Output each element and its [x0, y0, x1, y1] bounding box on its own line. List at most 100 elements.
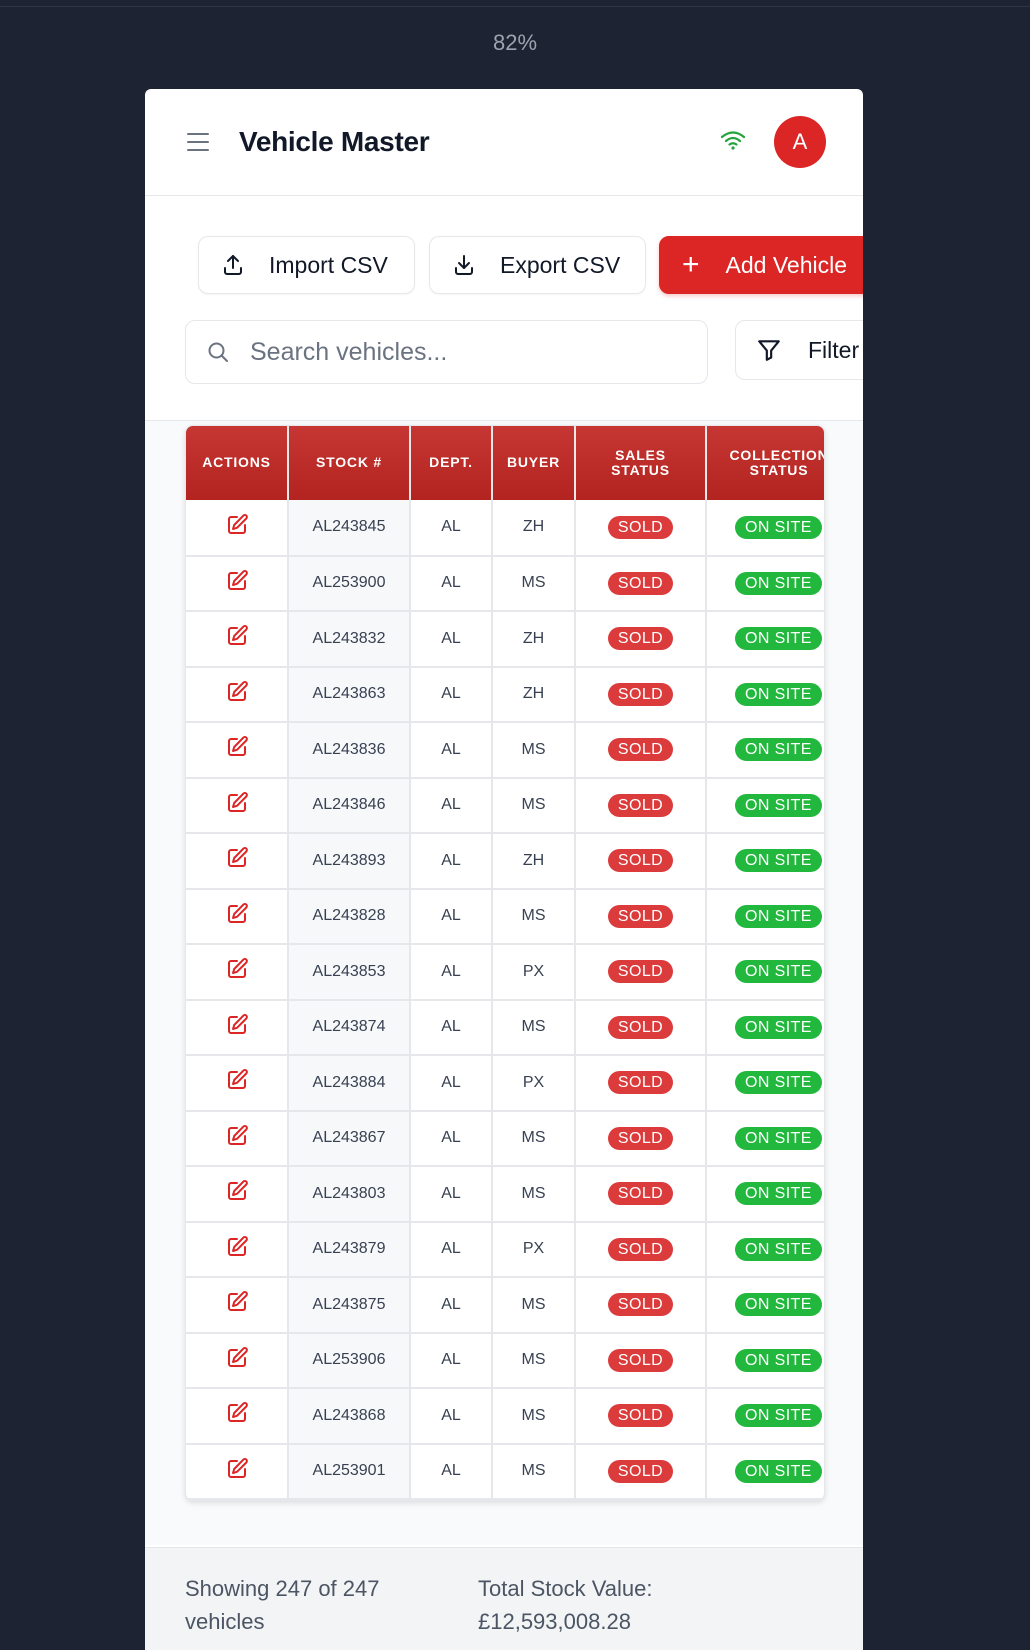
avatar[interactable]: A	[774, 116, 826, 168]
edit-icon[interactable]	[225, 1290, 249, 1319]
vehicle-table-container[interactable]: ACTIONS STOCK # DEPT. BUYER SALES STATUS…	[185, 425, 825, 1501]
import-csv-button[interactable]: Import CSV	[198, 236, 415, 294]
sales-status-badge: SOLD	[607, 682, 674, 706]
column-header-actions[interactable]: ACTIONS	[186, 426, 289, 500]
dept-cell: AL	[410, 1110, 493, 1167]
table-row[interactable]: AL243836 AL MS SOLD ON SITE	[186, 722, 824, 779]
search-field[interactable]	[185, 320, 708, 384]
zoom-level: 82%	[492, 30, 538, 55]
table-row[interactable]: AL253906 AL MS SOLD ON SITE	[186, 1332, 824, 1389]
table-row[interactable]: AL243853 AL PX SOLD ON SITE	[186, 944, 824, 1001]
edit-icon[interactable]	[225, 846, 249, 875]
collection-status-cell: ON SITE	[706, 944, 824, 1001]
export-csv-button[interactable]: Export CSV	[429, 236, 646, 294]
sales-status-badge: SOLD	[607, 1459, 674, 1483]
table-row[interactable]: AL243875 AL MS SOLD ON SITE	[186, 1277, 824, 1334]
actions-cell	[186, 1055, 289, 1112]
column-header-sales-status[interactable]: SALES STATUS	[575, 426, 707, 500]
table-row[interactable]: AL243868 AL MS SOLD ON SITE	[186, 1388, 824, 1445]
collection-status-badge: ON SITE	[735, 1071, 822, 1095]
collection-status-badge: ON SITE	[735, 515, 822, 539]
table-row[interactable]: AL243803 AL MS SOLD ON SITE	[186, 1166, 824, 1223]
sales-status-cell: SOLD	[575, 888, 707, 945]
dept-cell: AL	[410, 999, 493, 1056]
collection-status-badge: ON SITE	[735, 571, 822, 595]
sales-status-badge: SOLD	[607, 1126, 674, 1150]
dept-cell: AL	[410, 888, 493, 945]
collection-status-cell: ON SITE	[706, 777, 824, 834]
edit-icon[interactable]	[225, 1346, 249, 1375]
edit-icon[interactable]	[225, 680, 249, 709]
collection-status-cell: ON SITE	[706, 1388, 824, 1445]
collection-status-cell: ON SITE	[706, 1110, 824, 1167]
edit-icon[interactable]	[225, 957, 249, 986]
edit-icon[interactable]	[225, 1235, 249, 1264]
table-row[interactable]: AL243884 AL PX SOLD ON SITE	[186, 1055, 824, 1112]
dept-cell: AL	[410, 1166, 493, 1223]
add-vehicle-label: Add Vehicle	[725, 251, 848, 278]
edit-icon[interactable]	[225, 1457, 249, 1486]
sales-status-badge: SOLD	[607, 1293, 674, 1317]
table-row[interactable]: AL243867 AL MS SOLD ON SITE	[186, 1110, 824, 1167]
edit-icon[interactable]	[225, 1179, 249, 1208]
edit-icon[interactable]	[225, 513, 249, 542]
sales-status-cell: SOLD	[575, 777, 707, 834]
table-area: ACTIONS STOCK # DEPT. BUYER SALES STATUS…	[145, 421, 863, 1545]
stock-number-cell: AL243863	[288, 666, 411, 723]
table-row[interactable]: AL243874 AL MS SOLD ON SITE	[186, 999, 824, 1056]
edit-icon[interactable]	[225, 569, 249, 598]
sales-status-header-label: SALES STATUS	[611, 446, 670, 478]
edit-icon[interactable]	[225, 1068, 249, 1097]
filter-button[interactable]: Filter	[735, 320, 863, 380]
table-row[interactable]: AL243828 AL MS SOLD ON SITE	[186, 888, 824, 945]
stock-number-cell: AL243836	[288, 722, 411, 779]
filter-icon	[758, 340, 780, 361]
edit-icon[interactable]	[225, 791, 249, 820]
actions-cell	[186, 500, 289, 557]
dept-cell: AL	[410, 944, 493, 1001]
collection-status-cell: ON SITE	[706, 666, 824, 723]
table-row[interactable]: AL243893 AL ZH SOLD ON SITE	[186, 833, 824, 890]
column-header-dept[interactable]: DEPT.	[410, 426, 493, 500]
edit-icon[interactable]	[225, 624, 249, 653]
export-csv-label: Export CSV	[500, 251, 621, 278]
buyer-cell: PX	[492, 944, 576, 1001]
sales-status-badge: SOLD	[607, 960, 674, 984]
actions-cell	[186, 1332, 289, 1389]
table-row[interactable]: AL243832 AL ZH SOLD ON SITE	[186, 611, 824, 668]
hamburger-icon[interactable]	[187, 133, 209, 151]
stock-number-cell: AL243867	[288, 1110, 411, 1167]
stock-number-cell: AL243875	[288, 1277, 411, 1334]
edit-icon[interactable]	[225, 902, 249, 931]
edit-icon[interactable]	[225, 1013, 249, 1042]
edit-icon[interactable]	[225, 1124, 249, 1153]
actions-cell	[186, 611, 289, 668]
buyer-cell: MS	[492, 999, 576, 1056]
table-row[interactable]: AL243863 AL ZH SOLD ON SITE	[186, 666, 824, 723]
column-header-buyer[interactable]: BUYER	[492, 426, 576, 500]
filter-label: Filter	[808, 336, 860, 363]
stock-number-cell: AL243803	[288, 1166, 411, 1223]
table-row[interactable]: AL253901 AL MS SOLD ON SITE	[186, 1443, 824, 1500]
stock-number-cell: AL253906	[288, 1332, 411, 1389]
table-row[interactable]: AL253900 AL MS SOLD ON SITE	[186, 555, 824, 612]
dept-cell: AL	[410, 1443, 493, 1500]
sales-status-cell: SOLD	[575, 833, 707, 890]
app-window: Vehicle Master A Import CSV Export CSV +…	[145, 89, 863, 1650]
search-input[interactable]	[250, 337, 650, 367]
table-row[interactable]: AL243846 AL MS SOLD ON SITE	[186, 777, 824, 834]
edit-icon[interactable]	[225, 1401, 249, 1430]
table-row[interactable]: AL243879 AL PX SOLD ON SITE	[186, 1221, 824, 1278]
column-header-collection-status[interactable]: COLLECTION STATUS	[706, 426, 824, 500]
stock-number-cell: AL243828	[288, 888, 411, 945]
edit-icon[interactable]	[225, 735, 249, 764]
add-vehicle-button[interactable]: + Add Vehicle	[659, 236, 863, 294]
collection-status-badge: ON SITE	[735, 682, 822, 706]
table-row[interactable]: AL243845 AL ZH SOLD ON SITE	[186, 500, 824, 557]
sales-status-cell: SOLD	[575, 1166, 707, 1223]
buyer-cell: ZH	[492, 611, 576, 668]
collection-status-badge: ON SITE	[735, 1293, 822, 1317]
column-header-stock[interactable]: STOCK #	[288, 426, 411, 500]
sales-status-badge: SOLD	[607, 515, 674, 539]
actions-cell	[186, 1166, 289, 1223]
